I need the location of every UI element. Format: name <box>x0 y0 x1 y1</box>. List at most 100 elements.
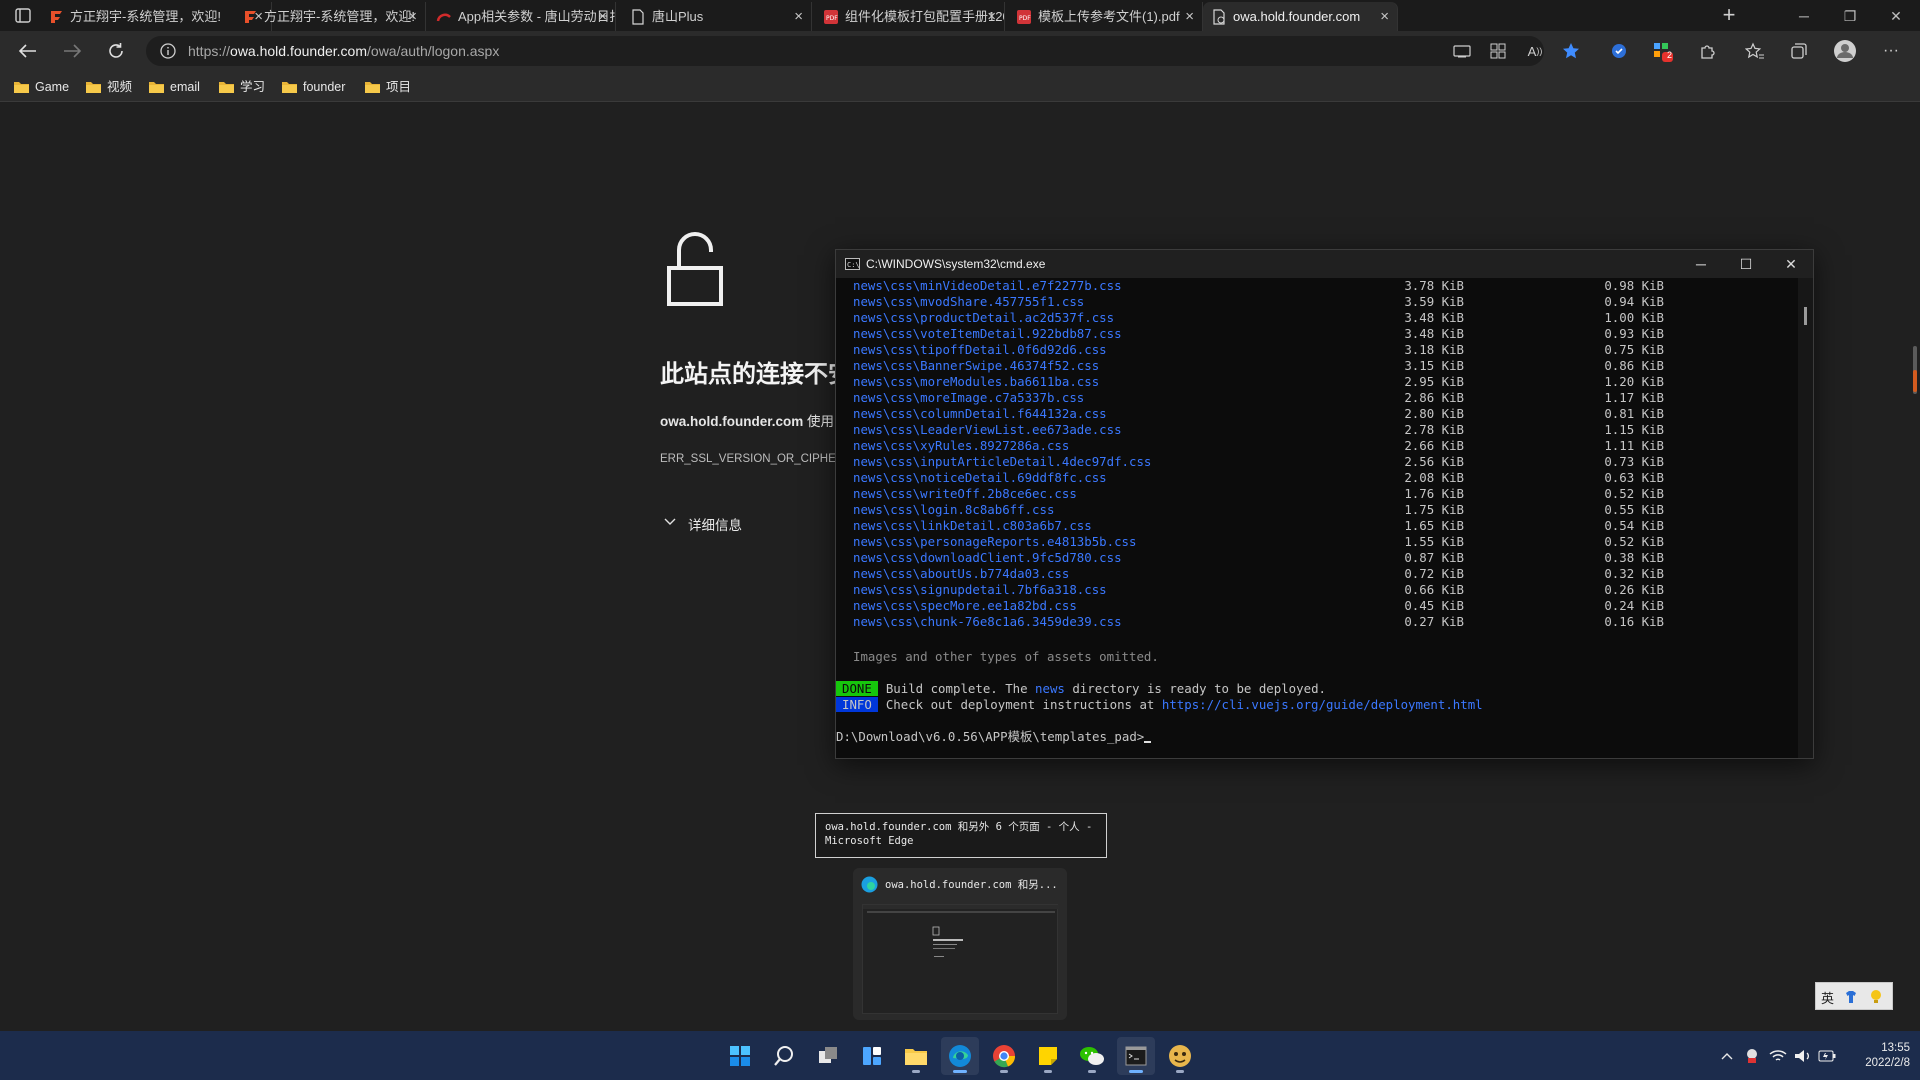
sticky-notes-button[interactable] <box>1029 1037 1067 1075</box>
bookmark-label: 学习 <box>240 80 266 94</box>
file-name: news\css\productDetail.ac2d537f.css <box>853 310 1115 325</box>
file-gzip-size: 0.93 KiB <box>1604 326 1664 341</box>
back-button[interactable] <box>13 37 43 65</box>
tab-close-button[interactable]: × <box>794 2 803 31</box>
cursor-caret <box>1144 741 1152 743</box>
extension-shield-icon[interactable] <box>1604 36 1634 66</box>
error-description: owa.hold.founder.com 使用 <box>660 414 835 429</box>
file-size: 2.86 KiB <box>1404 390 1464 405</box>
ime-mode[interactable]: 英 <box>1821 988 1834 1007</box>
file-row: news\css\minVideoDetail.e7f2277b.css 3.78… <box>836 278 1798 294</box>
ime-shirt-icon[interactable] <box>1844 990 1858 1004</box>
file-name: news\css\specMore.ee1a82bd.css <box>853 598 1077 613</box>
collections-icon[interactable] <box>1784 36 1814 66</box>
cmd-close-button[interactable]: ✕ <box>1769 250 1813 278</box>
file-row: news\css\moreModules.ba6611ba.css 2.95 Ki… <box>836 374 1798 390</box>
system-clock[interactable]: 13:55 2022/2/8 <box>1840 1041 1910 1071</box>
cmd-output[interactable]: Images and other types of assets omitted… <box>836 278 1798 758</box>
close-window-button[interactable]: ✕ <box>1876 4 1916 28</box>
info-line: INFO Check out deployment instructions at… <box>836 697 1483 713</box>
bookmark-folder[interactable]: 学习 <box>218 76 265 98</box>
navigation-toolbar: https://owa.hold.founder.com/owa/auth/lo… <box>0 31 1920 71</box>
file-name: news\css\moreModules.ba6611ba.css <box>853 374 1100 389</box>
tab-close-button[interactable]: × <box>1185 2 1194 31</box>
widgets-button[interactable] <box>853 1037 891 1075</box>
browser-tab[interactable]: PDF 组件化模板打包配置手册1207.p× <box>815 2 1005 31</box>
url-text[interactable]: https://owa.hold.founder.com/owa/auth/lo… <box>188 36 499 66</box>
profile-avatar-icon[interactable] <box>1830 36 1860 66</box>
favorites-icon[interactable] <box>1740 36 1770 66</box>
cmd-maximize-button[interactable]: ☐ <box>1724 250 1768 278</box>
browser-tab[interactable]: 方正翔宇-系统管理，欢迎! × <box>234 2 426 31</box>
browser-tab[interactable]: 唐山Plus × <box>622 2 812 31</box>
cmd-minimize-button[interactable]: ─ <box>1679 250 1723 278</box>
file-size: 1.76 KiB <box>1404 486 1464 501</box>
cmd-taskbar-button[interactable] <box>1117 1037 1155 1075</box>
minimize-button[interactable]: ─ <box>1784 4 1824 28</box>
cmd-scrollbar[interactable] <box>1798 278 1813 758</box>
file-gzip-size: 0.32 KiB <box>1604 566 1664 581</box>
volume-icon[interactable] <box>1792 1031 1814 1080</box>
browser-tab[interactable]: App相关参数 - 唐山劳动日报 - 为× <box>428 2 616 31</box>
details-toggle[interactable]: 详细信息 <box>664 514 742 534</box>
browser-tab[interactable]: PDF 模板上传参考文件(1).pdf × <box>1008 2 1203 31</box>
settings-more-icon[interactable]: ··· <box>1876 36 1906 66</box>
file-size: 0.66 KiB <box>1404 582 1464 597</box>
chrome-taskbar-button[interactable] <box>985 1037 1023 1075</box>
tab-title: 组件化模板打包配置手册1207.p <box>845 9 1004 24</box>
bookmark-folder[interactable]: email <box>148 76 200 98</box>
immersive-reader-icon[interactable] <box>1447 36 1477 66</box>
tab-title: 方正翔宇-系统管理，欢迎! <box>264 9 415 24</box>
app-available-icon[interactable] <box>1483 36 1513 66</box>
start-button[interactable] <box>721 1037 759 1075</box>
command-prompt[interactable]: D:\Download\v6.0.56\APP模板\templates_pad> <box>836 729 1152 745</box>
file-name: news\css\personageReports.e4813b5b.css <box>853 534 1137 549</box>
file-gzip-size: 0.94 KiB <box>1604 294 1664 309</box>
tray-overflow-icon[interactable] <box>1716 1031 1738 1080</box>
deployment-link[interactable]: https://cli.vuejs.org/guide/deployment.h… <box>1162 697 1483 712</box>
cmd-scroll-thumb[interactable] <box>1804 307 1807 325</box>
forward-button[interactable] <box>57 37 87 65</box>
extension-apps-icon[interactable]: 2 <box>1648 36 1678 66</box>
restore-button[interactable]: ❐ <box>1830 4 1870 28</box>
wechat-button[interactable] <box>1073 1037 1111 1075</box>
file-explorer-button[interactable] <box>897 1037 935 1075</box>
done-line: DONE Build complete. The news directory i… <box>836 681 1326 697</box>
cmd-window[interactable]: C:\ C:\WINDOWS\system32\cmd.exe ─ ☐ ✕ Im… <box>835 249 1814 759</box>
file-size: 1.65 KiB <box>1404 518 1464 533</box>
tab-close-button[interactable]: × <box>598 2 607 31</box>
tray-app-icon[interactable] <box>1741 1031 1763 1080</box>
chevron-down-icon <box>664 518 676 525</box>
refresh-button[interactable] <box>101 37 131 65</box>
read-aloud-icon[interactable]: A)) <box>1520 36 1550 66</box>
file-gzip-size: 0.86 KiB <box>1604 358 1664 373</box>
ime-lightbulb-icon[interactable] <box>1868 989 1884 1005</box>
search-button[interactable] <box>765 1037 803 1075</box>
edge-window-preview[interactable]: owa.hold.founder.com 和另... <box>853 868 1067 1020</box>
edge-taskbar-button[interactable] <box>941 1037 979 1075</box>
tab-actions-icon[interactable] <box>10 7 36 25</box>
file-gzip-size: 1.20 KiB <box>1604 374 1664 389</box>
bookmark-folder[interactable]: founder <box>281 76 345 98</box>
tab-close-button[interactable]: × <box>1380 2 1389 31</box>
task-view-button[interactable] <box>809 1037 847 1075</box>
cmd-title-text: C:\WINDOWS\system32\cmd.exe <box>866 257 1046 271</box>
game-taskbar-button[interactable] <box>1161 1037 1199 1075</box>
battery-icon[interactable] <box>1816 1031 1838 1080</box>
cmd-titlebar[interactable]: C:\ C:\WINDOWS\system32\cmd.exe ─ ☐ ✕ <box>836 250 1813 278</box>
wechat-icon <box>1080 1047 1104 1065</box>
wifi-icon[interactable] <box>1767 1031 1789 1080</box>
browser-tab[interactable]: owa.hold.founder.com × <box>1203 2 1398 31</box>
bookmark-folder[interactable]: 视频 <box>85 76 132 98</box>
info-icon[interactable] <box>160 43 176 59</box>
bookmark-folder[interactable]: 项目 <box>364 76 411 98</box>
tab-close-button[interactable]: × <box>408 2 417 31</box>
address-bar[interactable]: https://owa.hold.founder.com/owa/auth/lo… <box>146 36 1579 66</box>
bookmark-folder[interactable]: Game <box>13 76 69 98</box>
favorite-star-icon[interactable] <box>1556 36 1586 66</box>
file-name: news\css\voteItemDetail.922bdb87.css <box>853 326 1122 341</box>
ime-toolbar[interactable]: 英 <box>1815 982 1893 1010</box>
new-tab-button[interactable]: + <box>1714 2 1744 31</box>
tab-close-button[interactable]: × <box>987 2 996 31</box>
extensions-puzzle-icon[interactable] <box>1693 36 1723 66</box>
